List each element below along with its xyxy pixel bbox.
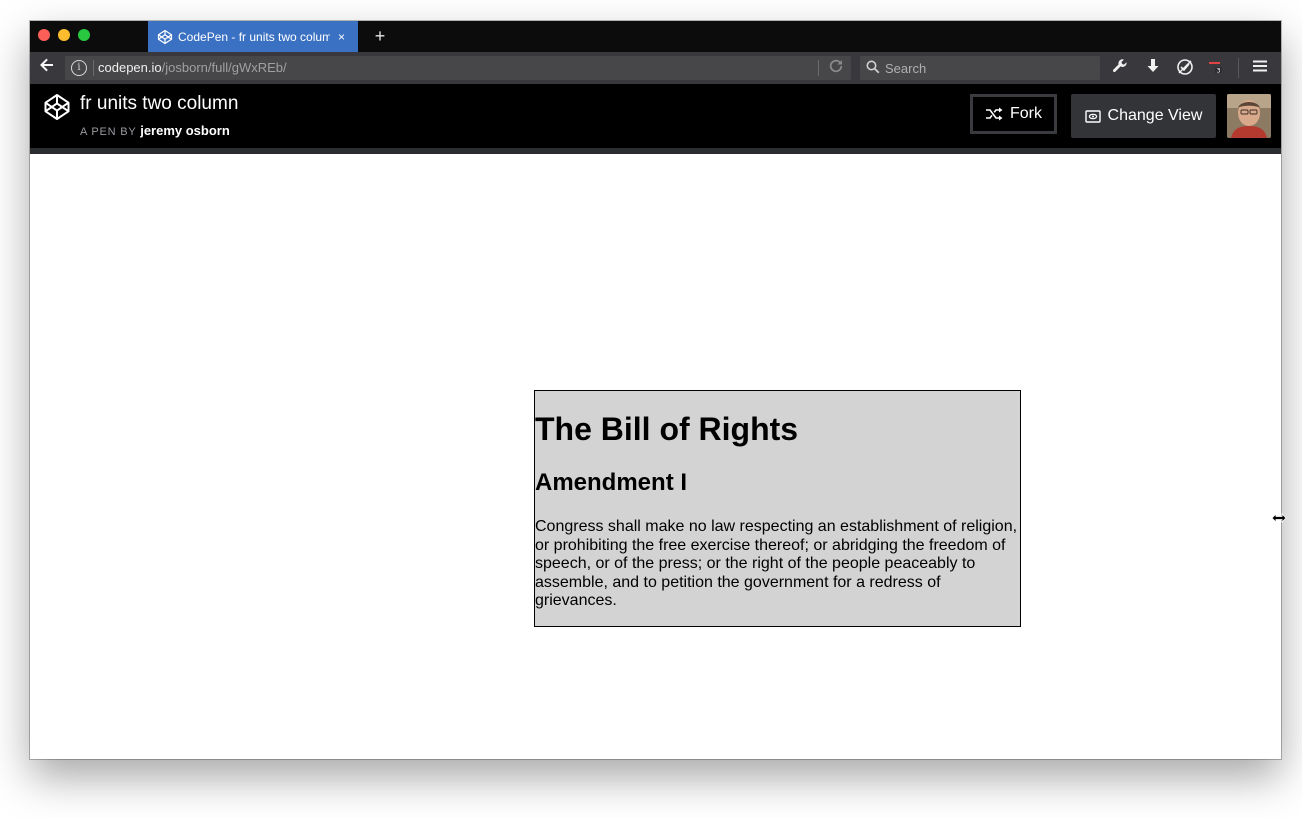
hamburger-menu-icon[interactable] [1250, 58, 1270, 78]
fork-button[interactable]: Fork [970, 94, 1057, 134]
url-host: codepen.io [98, 60, 162, 75]
url-text[interactable]: codepen.io/josborn/full/gWxREb/ [98, 60, 287, 76]
tab-close-icon[interactable]: × [338, 30, 345, 44]
change-view-label: Change View [1107, 107, 1203, 124]
pen-title: fr units two column [80, 93, 239, 114]
codepen-header: fr units two column A PEN BY jeremy osbo… [30, 84, 1281, 154]
search-icon [866, 60, 880, 79]
by-label: A PEN BY [80, 126, 137, 138]
svg-text:3: 3 [1217, 68, 1221, 75]
url-path: /josborn/full/gWxREb/ [161, 60, 287, 75]
page-title: The Bill of Rights [535, 411, 799, 447]
reload-separator [818, 60, 819, 76]
tab-strip: CodePen - fr units two column × + [30, 21, 1281, 52]
author-link[interactable]: jeremy osborn [140, 123, 230, 138]
resize-cursor-icon [1271, 511, 1287, 527]
bill-of-rights-card: The Bill of Rights Amendment I Congress … [534, 390, 1021, 627]
amendment-heading: Amendment I [535, 469, 688, 496]
url-bar[interactable]: i codepen.io/josborn/full/gWxREb/ [65, 56, 851, 80]
codepen-favicon-icon [157, 29, 173, 45]
back-arrow-icon[interactable] [36, 57, 58, 79]
change-view-button[interactable]: Change View [1071, 94, 1216, 138]
reload-icon[interactable] [829, 59, 843, 78]
wrench-icon[interactable] [1110, 58, 1130, 78]
change-view-icon [1084, 109, 1101, 123]
avatar[interactable] [1227, 94, 1271, 138]
toolbar-separator [1238, 58, 1239, 78]
codepen-logo-icon[interactable] [43, 93, 71, 121]
tab-title: CodePen - fr units two column [178, 29, 330, 44]
close-window-button[interactable] [38, 29, 50, 41]
url-separator [93, 60, 94, 76]
search-placeholder: Search [885, 61, 927, 76]
minimize-window-button[interactable] [58, 29, 70, 41]
fork-label: Fork [1010, 105, 1042, 122]
tracking-blocked-icon[interactable] [1175, 58, 1195, 78]
extension-badge-icon[interactable]: 3 [1206, 58, 1226, 78]
pen-preview: The Bill of Rights Amendment I Congress … [30, 154, 1281, 759]
amendment-text: Congress shall make no law respecting an… [535, 518, 1018, 609]
tab-codepen[interactable]: CodePen - fr units two column × [148, 21, 358, 52]
fork-icon [985, 107, 1003, 121]
search-bar[interactable]: Search [860, 56, 1100, 80]
pen-byline: A PEN BY jeremy osborn [80, 123, 230, 138]
maximize-window-button[interactable] [78, 29, 90, 41]
navigation-bar: i codepen.io/josborn/full/gWxREb/ Search… [30, 52, 1281, 85]
download-icon[interactable] [1143, 58, 1163, 78]
new-tab-button[interactable]: + [370, 26, 390, 46]
browser-window: CodePen - fr units two column × + i code… [30, 21, 1281, 759]
info-icon[interactable]: i [71, 60, 87, 76]
